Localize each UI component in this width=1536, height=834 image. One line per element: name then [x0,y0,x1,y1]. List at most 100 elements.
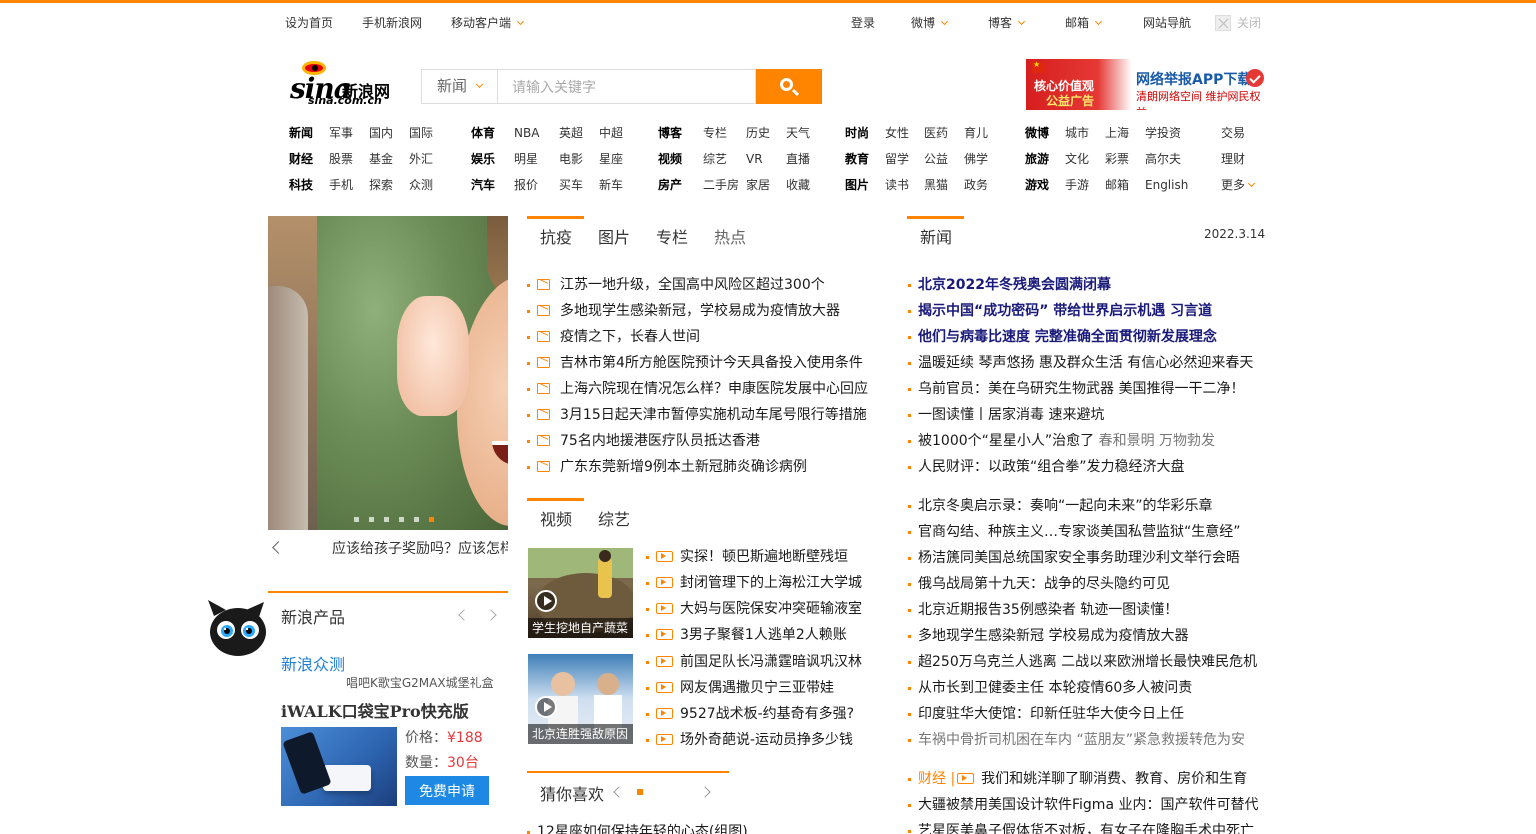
nav-item[interactable]: 高尔夫 [1145,150,1181,168]
list-item[interactable]: 大妈与医院保安冲突砸输液室 [646,599,862,619]
tab-variety[interactable]: 综艺 [598,506,630,530]
set-home-link[interactable]: 设为首页 [285,15,333,31]
nav-item[interactable]: 国际 [409,124,433,142]
nav-item[interactable]: 更多 [1221,176,1256,194]
chevron-right-icon[interactable] [485,609,497,621]
nav-item[interactable]: 股票 [329,150,353,168]
nav-item[interactable]: 收藏 [786,176,810,194]
slide-dot[interactable] [354,517,359,522]
nav-item[interactable]: 游戏 [1025,176,1049,194]
nav-item[interactable]: 交易 [1221,124,1245,142]
nav-item[interactable]: 手游 [1065,176,1089,194]
close-link[interactable]: 关闭 [1237,15,1261,31]
list-item[interactable]: 封闭管理下的上海松江大学城 [646,573,862,593]
product-image[interactable] [281,727,397,806]
nav-item[interactable]: 基金 [369,150,393,168]
list-item[interactable]: 广东东莞新增9例本土新冠肺炎确诊病例 [527,457,807,477]
list-item[interactable]: 人民财评：以政策“组合拳”发力稳经济大盘 [908,457,1185,477]
nav-item[interactable]: 天气 [786,124,810,142]
search-category-select[interactable]: 新闻 [421,69,497,104]
report-app-ad-banner[interactable]: 核心价值观 公益广告 网络举报APP下载 清朗网络空间 维护网民权益 [1026,59,1266,110]
product-name[interactable]: iWALK口袋宝Pro快充版 [281,698,469,722]
nav-item[interactable]: 专栏 [703,124,727,142]
photo-slideshow[interactable] [268,216,508,530]
nav-item[interactable]: 历史 [746,124,770,142]
list-item[interactable]: 从市长到卫健委主任 本轮疫情60多人被问责 [908,678,1192,698]
tab-columns[interactable]: 专栏 [656,224,688,248]
nav-item[interactable]: 众测 [409,176,433,194]
nav-item[interactable]: 英超 [559,124,583,142]
nav-item[interactable]: 读书 [885,176,909,194]
list-item[interactable]: 他们与病毒比速度 完整准确全面贯彻新发展理念 [908,327,1217,347]
list-item[interactable]: 江苏一地升级，全国高中风险区超过300个 [527,275,825,295]
nav-item[interactable]: 图片 [845,176,869,194]
list-item[interactable]: 北京2022年冬残奥会圆满闭幕 [908,275,1111,295]
slide-dot-active[interactable] [429,517,434,522]
nav-item[interactable]: 上海 [1105,124,1129,142]
list-item[interactable]: 艺星医美鼻子假体货不对板，有女子在隆胸手术中死亡 [908,821,1254,834]
nav-item[interactable]: 财经 [289,150,313,168]
login-link[interactable]: 登录 [851,15,875,31]
nav-item[interactable]: 邮箱 [1105,176,1129,194]
blog-menu[interactable]: 博客 [988,15,1026,31]
nav-item[interactable]: VR [746,150,763,168]
tab-kangyi[interactable]: 抗疫 [540,224,572,248]
list-item[interactable]: 俄乌战局第十九天：战争的尽头隐约可见 [908,574,1170,594]
mail-menu[interactable]: 邮箱 [1065,15,1103,31]
list-item[interactable]: 3月15日起天津市暂停实施机动车尾号限行等措施 [527,405,867,425]
video-thumbnail[interactable]: 学生挖地自产蔬菜 [528,548,633,638]
slide-dot[interactable] [384,517,389,522]
list-item[interactable]: 12星座如何保持年轻的心态(组图) [527,822,748,834]
list-item[interactable]: 官商勾结、种族主义…专家谈美国私营监狱“生意经” [908,522,1241,542]
tab-news[interactable]: 新闻 [920,224,952,248]
search-button[interactable] [756,69,822,104]
list-item[interactable]: 车祸中骨折司机困在车内 “蓝朋友”紧急救援转危为安 [908,730,1245,750]
finance-item[interactable]: 财经 | 我们和姚洋聊了聊消费、教育、房价和生育 [908,769,1247,789]
nav-item[interactable]: 政务 [964,176,988,194]
nav-item[interactable]: 医药 [924,124,948,142]
site-nav-link[interactable]: 网站导航 [1143,15,1191,31]
nav-item[interactable]: 文化 [1065,150,1089,168]
tab-pictures[interactable]: 图片 [598,224,630,248]
nav-item[interactable]: 手机 [329,176,353,194]
list-item[interactable]: 乌前官员：美在乌研究生物武器 美国推得一干二净！ [908,379,1244,399]
list-item[interactable]: 3男子聚餐1人逃单2人赖账 [646,625,847,645]
nav-item[interactable]: 军事 [329,124,353,142]
list-item[interactable]: 多地现学生感染新冠 学校易成为疫情放大器 [908,626,1188,646]
nav-item[interactable]: 新闻 [289,124,313,142]
nav-item[interactable]: 二手房 [703,176,739,194]
nav-item[interactable]: 彩票 [1105,150,1129,168]
guess-page-dot[interactable] [637,789,643,795]
nav-item[interactable]: 佛学 [964,150,988,168]
list-item[interactable]: 北京近期报告35例感染者 轨迹一图读懂！ [908,600,1178,620]
nav-item[interactable]: 微博 [1025,124,1049,142]
nav-item[interactable]: 旅游 [1025,150,1049,168]
nav-item[interactable]: 星座 [599,150,623,168]
list-item[interactable]: 上海六院现在情况怎么样？申康医院发展中心回应 [527,379,868,399]
nav-item[interactable]: 汽车 [471,176,495,194]
slide-caption[interactable]: 应该给孩子奖励吗？应该怎样 [332,538,508,558]
nav-item[interactable]: 女性 [885,124,909,142]
product-ad-line[interactable]: 唱吧K歌宝G2MAX城堡礼盒 [346,674,494,691]
nav-item[interactable]: 城市 [1065,124,1089,142]
nav-item[interactable]: 教育 [845,150,869,168]
nav-item[interactable]: 博客 [658,124,682,142]
nav-item[interactable]: 中超 [599,124,623,142]
nav-item[interactable]: 娱乐 [471,150,495,168]
nav-item[interactable]: 明星 [514,150,538,168]
list-item[interactable]: 9527战术板-约基奇有多强? [646,704,854,724]
list-item[interactable]: 超250万乌克兰人逃离 二战以来欧洲增长最快难民危机 [908,652,1257,672]
sina-logo[interactable]: sina 新浪网 sina.com.cn [288,58,400,110]
list-item[interactable]: 网友偶遇撒贝宁三亚带娃 [646,678,834,698]
nav-item[interactable]: 房产 [658,176,682,194]
nav-item[interactable]: 新车 [599,176,623,194]
list-item[interactable]: 实探！顿巴斯遍地断壁残垣 [646,547,848,567]
nav-item[interactable]: 学投资 [1145,124,1181,142]
list-item[interactable]: 揭示中国“成功密码” 带给世界启示机遇 习言道 [908,301,1212,321]
list-item[interactable]: 多地现学生感染新冠，学校易成为疫情放大器 [527,301,840,321]
nav-item[interactable]: 家居 [746,176,770,194]
list-item[interactable]: 被1000个“星星小人”治愈了 春和景明 万物勃发 [908,431,1215,451]
nav-item[interactable]: 公益 [924,150,948,168]
mobile-news-link[interactable]: 手机新浪网 [362,15,422,31]
nav-item[interactable]: 报价 [514,176,538,194]
